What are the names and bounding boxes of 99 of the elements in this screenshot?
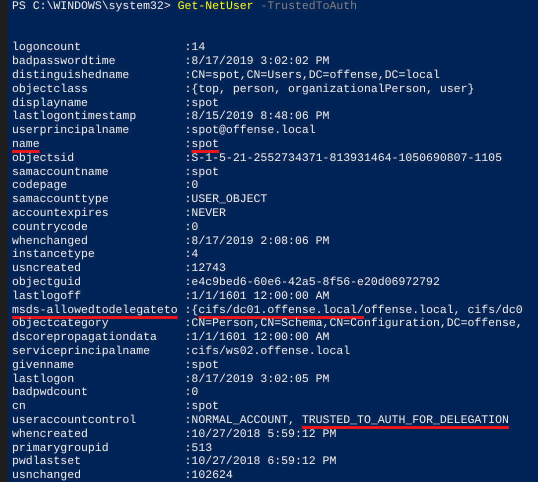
property-name: serviceprincipalname bbox=[12, 344, 150, 359]
property-value: 8/17/2019 3:02:05 PM bbox=[191, 372, 330, 386]
property-value: spot bbox=[191, 96, 220, 110]
property-name: dscorepropagationdata bbox=[12, 331, 157, 345]
colon-separator: : bbox=[184, 262, 192, 276]
property-name: samaccountname bbox=[12, 166, 109, 180]
colon-separator: : bbox=[184, 193, 192, 207]
colon-separator: : bbox=[184, 304, 192, 318]
colon-separator: : bbox=[184, 317, 192, 332]
property-name: pwdlastset bbox=[12, 455, 82, 470]
property-value: 0 bbox=[191, 386, 198, 400]
property-value: 8/15/2019 8:48:06 PM bbox=[191, 110, 330, 124]
property-value: spot bbox=[191, 358, 220, 373]
colon-separator: : bbox=[184, 152, 192, 166]
property-name: msds-allowedtodelegateto bbox=[12, 304, 178, 318]
parameter-text: -TrustedToAuth bbox=[259, 0, 358, 14]
property-value: 1/1/1601 12:00:00 AM bbox=[191, 290, 330, 304]
property-name: primarygroupid bbox=[12, 442, 109, 456]
property-name: usncreated bbox=[12, 262, 82, 276]
property-value: 8/17/2019 2:08:06 PM bbox=[191, 234, 330, 248]
property-value: 4 bbox=[191, 248, 198, 262]
colon-separator: : bbox=[184, 234, 192, 248]
property-value: spot bbox=[191, 166, 220, 180]
property-value: CN=spot,CN=Users,DC=offense,DC=local bbox=[191, 68, 440, 83]
property-value: cifs/ws02.offense.local bbox=[191, 344, 350, 359]
property-value: 102624 bbox=[191, 469, 233, 482]
property-name: usnchanged bbox=[12, 469, 82, 482]
property-name: objectsid bbox=[12, 152, 74, 166]
colon-separator: : bbox=[184, 96, 192, 110]
property-value: spot bbox=[191, 138, 220, 152]
colon-separator: : bbox=[184, 358, 192, 373]
colon-separator: : bbox=[184, 41, 192, 56]
colon-separator: : bbox=[184, 138, 192, 152]
property-value: 12743 bbox=[191, 262, 226, 276]
property-value: 8/17/2019 3:02:02 PM bbox=[191, 55, 330, 69]
property-value: 0 bbox=[191, 220, 198, 235]
property-value: spot@offense.local bbox=[191, 124, 316, 138]
colon-separator: : bbox=[184, 206, 192, 221]
property-name: logoncount bbox=[12, 41, 82, 56]
property-name: givenname bbox=[12, 358, 74, 373]
property-name: whenchanged bbox=[12, 234, 88, 248]
colon-separator: : bbox=[184, 220, 192, 235]
property-name: whencreated bbox=[12, 428, 88, 442]
property-value: e4c9bed6-60e6-42a5-8f56-e20d06972792 bbox=[191, 276, 440, 290]
colon-separator: : bbox=[184, 124, 192, 138]
colon-separator: : bbox=[184, 469, 192, 482]
property-name: lastlogon bbox=[12, 372, 74, 386]
property-name: useraccountcontrol bbox=[12, 414, 136, 428]
property-name: badpasswordtime bbox=[12, 55, 116, 69]
property-name: objectguid bbox=[12, 276, 82, 290]
colon-separator: : bbox=[184, 290, 192, 304]
property-value: USER_OBJECT bbox=[191, 193, 268, 207]
prompt-text: PS C:\WINDOWS\system32> bbox=[12, 0, 172, 14]
colon-separator: : bbox=[184, 442, 192, 456]
property-name: codepage bbox=[12, 179, 68, 194]
colon-separator: : bbox=[184, 372, 192, 386]
property-value: {top, person, organizationalPerson, user} bbox=[191, 82, 474, 97]
property-value: 0 bbox=[191, 179, 198, 194]
colon-separator: : bbox=[184, 428, 192, 442]
property-value: 10/27/2018 6:59:12 PM bbox=[191, 455, 336, 470]
property-value: 1/1/1601 12:00:00 AM bbox=[191, 331, 330, 345]
colon-separator: : bbox=[184, 55, 192, 69]
property-name: lastlogontimestamp bbox=[12, 110, 136, 124]
colon-separator: : bbox=[184, 248, 192, 262]
property-value: S-1-5-21-2552734371-813931464-1050690807-1105 bbox=[191, 152, 502, 166]
command-text: Get-NetUser bbox=[178, 0, 254, 14]
property-name: samaccounttype bbox=[12, 193, 109, 207]
property-name: objectclass bbox=[12, 82, 88, 97]
colon-separator: : bbox=[184, 386, 192, 400]
colon-separator: : bbox=[184, 68, 192, 83]
colon-separator: : bbox=[184, 344, 192, 359]
property-name: cn bbox=[12, 400, 26, 414]
property-name: accountexpires bbox=[12, 206, 109, 221]
property-value: {cifs/dc01.offense.local/offense.local, cifs/dc0 bbox=[191, 304, 523, 318]
colon-separator: : bbox=[184, 400, 192, 414]
colon-separator: : bbox=[184, 276, 192, 290]
colon-separator: : bbox=[184, 82, 192, 97]
property-value: NEVER bbox=[191, 206, 226, 221]
property-value: 513 bbox=[191, 442, 212, 456]
colon-separator: : bbox=[184, 331, 192, 345]
property-name: name bbox=[12, 138, 40, 152]
property-name: distinguishedname bbox=[12, 68, 130, 83]
property-value: NORMAL_ACCOUNT, TRUSTED_TO_AUTH_FOR_DELEGATION bbox=[191, 414, 509, 428]
property-name: displayname bbox=[12, 96, 88, 110]
property-name: countrycode bbox=[12, 220, 88, 235]
colon-separator: : bbox=[184, 110, 192, 124]
property-value: CN=Person,CN=Schema,CN=Configuration,DC=offense, bbox=[191, 317, 523, 332]
property-value: 10/27/2018 5:59:12 PM bbox=[191, 428, 336, 442]
property-name: userprincipalname bbox=[12, 124, 130, 138]
property-name: badpwdcount bbox=[12, 386, 88, 400]
colon-separator: : bbox=[184, 455, 192, 470]
property-name: instancetype bbox=[12, 248, 95, 262]
property-name: lastlogoff bbox=[12, 290, 82, 304]
property-value: spot bbox=[191, 400, 220, 414]
colon-separator: : bbox=[184, 414, 192, 428]
colon-separator: : bbox=[184, 166, 192, 180]
property-name: objectcategory bbox=[12, 317, 109, 332]
property-value: 14 bbox=[191, 41, 206, 56]
colon-separator: : bbox=[184, 179, 192, 194]
